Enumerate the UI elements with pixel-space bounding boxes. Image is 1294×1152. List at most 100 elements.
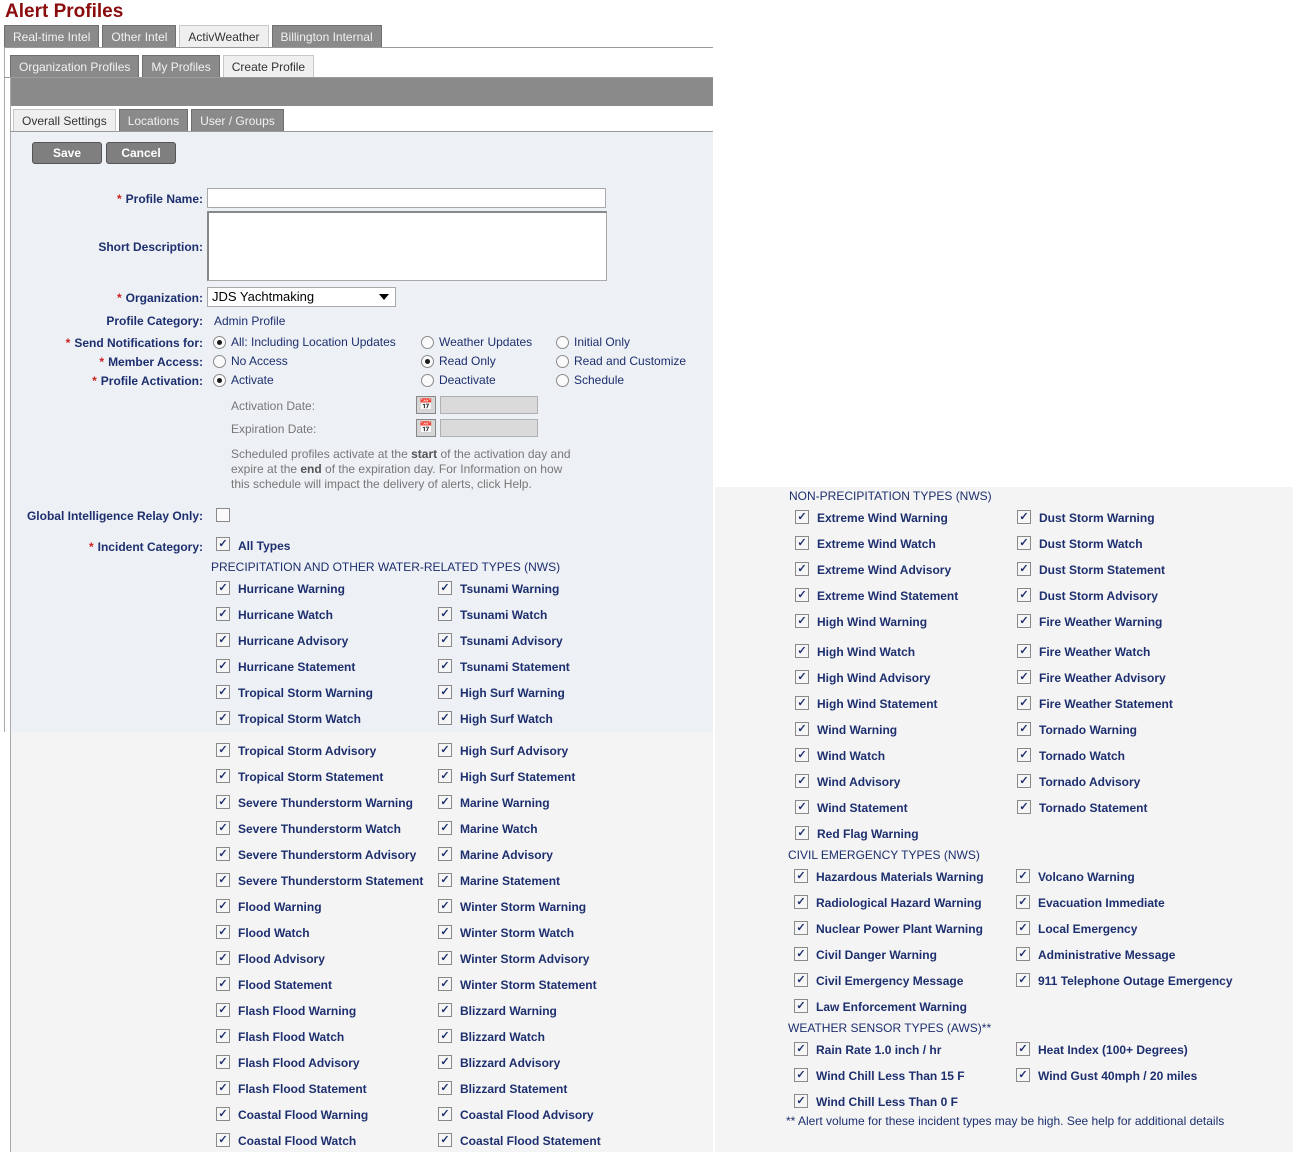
incident-checkbox[interactable]: ✓ <box>216 659 230 673</box>
incident-checkbox[interactable]: ✓ <box>216 821 230 835</box>
incident-checkbox[interactable]: ✓ <box>1017 774 1031 788</box>
incident-checkbox[interactable]: ✓ <box>216 925 230 939</box>
incident-checkbox[interactable]: ✓ <box>438 1133 452 1147</box>
send-option-radio-0[interactable] <box>213 336 226 349</box>
tab-top-2[interactable]: ActivWeather <box>179 25 269 47</box>
short-description-textarea[interactable] <box>207 211 607 281</box>
tab-settings-0[interactable]: Overall Settings <box>13 109 116 131</box>
incident-checkbox[interactable]: ✓ <box>216 873 230 887</box>
incident-checkbox[interactable]: ✓ <box>216 899 230 913</box>
incident-checkbox[interactable]: ✓ <box>794 869 808 883</box>
incident-checkbox[interactable]: ✓ <box>795 826 809 840</box>
incident-checkbox[interactable]: ✓ <box>216 977 230 991</box>
incident-checkbox[interactable]: ✓ <box>438 925 452 939</box>
incident-checkbox[interactable]: ✓ <box>795 562 809 576</box>
calendar-icon[interactable]: 📅 <box>416 396 436 414</box>
incident-checkbox[interactable]: ✓ <box>216 1055 230 1069</box>
incident-checkbox[interactable]: ✓ <box>216 633 230 647</box>
relay-only-checkbox[interactable] <box>216 508 230 522</box>
tab-secondary-1[interactable]: My Profiles <box>142 55 220 77</box>
tab-top-0[interactable]: Real-time Intel <box>4 25 100 47</box>
incident-checkbox[interactable]: ✓ <box>438 951 452 965</box>
activation-option-radio-1[interactable] <box>421 374 434 387</box>
send-option-radio-1[interactable] <box>421 336 434 349</box>
incident-checkbox[interactable]: ✓ <box>1017 800 1031 814</box>
incident-checkbox[interactable]: ✓ <box>216 1133 230 1147</box>
cancel-button[interactable]: Cancel <box>106 142 176 164</box>
incident-checkbox[interactable]: ✓ <box>438 581 452 595</box>
incident-checkbox[interactable]: ✓ <box>438 821 452 835</box>
incident-checkbox[interactable]: ✓ <box>216 1003 230 1017</box>
incident-checkbox[interactable]: ✓ <box>438 1107 452 1121</box>
incident-checkbox[interactable]: ✓ <box>795 722 809 736</box>
incident-checkbox[interactable]: ✓ <box>438 1003 452 1017</box>
incident-checkbox[interactable]: ✓ <box>795 800 809 814</box>
incident-checkbox[interactable]: ✓ <box>438 873 452 887</box>
incident-checkbox[interactable]: ✓ <box>1017 562 1031 576</box>
incident-checkbox[interactable]: ✓ <box>1017 696 1031 710</box>
incident-checkbox[interactable]: ✓ <box>794 921 808 935</box>
activation-option-radio-0[interactable] <box>213 374 226 387</box>
expiration-date-input[interactable] <box>440 419 538 437</box>
incident-checkbox[interactable]: ✓ <box>1017 614 1031 628</box>
incident-checkbox[interactable]: ✓ <box>438 899 452 913</box>
incident-checkbox[interactable]: ✓ <box>1016 947 1030 961</box>
incident-checkbox[interactable]: ✓ <box>438 1081 452 1095</box>
incident-checkbox[interactable]: ✓ <box>795 748 809 762</box>
tab-top-3[interactable]: Billington Internal <box>271 25 382 47</box>
incident-checkbox[interactable]: ✓ <box>438 607 452 621</box>
activation-date-input[interactable] <box>440 396 538 414</box>
incident-checkbox[interactable]: ✓ <box>794 1068 808 1082</box>
incident-checkbox[interactable]: ✓ <box>1016 1068 1030 1082</box>
tab-secondary-0[interactable]: Organization Profiles <box>10 55 140 77</box>
incident-checkbox[interactable]: ✓ <box>438 711 452 725</box>
incident-checkbox[interactable]: ✓ <box>216 795 230 809</box>
tab-top-1[interactable]: Other Intel <box>102 25 177 47</box>
organization-select[interactable]: JDS Yachtmaking <box>207 287 396 307</box>
incident-checkbox[interactable]: ✓ <box>216 847 230 861</box>
member-option-radio-2[interactable] <box>556 355 569 368</box>
send-option-radio-2[interactable] <box>556 336 569 349</box>
incident-checkbox[interactable]: ✓ <box>438 685 452 699</box>
incident-checkbox[interactable]: ✓ <box>794 973 808 987</box>
incident-checkbox[interactable]: ✓ <box>438 795 452 809</box>
incident-checkbox[interactable]: ✓ <box>795 536 809 550</box>
tab-secondary-2[interactable]: Create Profile <box>222 55 315 77</box>
member-option-radio-0[interactable] <box>213 355 226 368</box>
incident-checkbox[interactable]: ✓ <box>1016 869 1030 883</box>
incident-checkbox[interactable]: ✓ <box>216 685 230 699</box>
incident-checkbox[interactable]: ✓ <box>438 977 452 991</box>
incident-checkbox[interactable]: ✓ <box>438 1029 452 1043</box>
incident-checkbox[interactable]: ✓ <box>795 510 809 524</box>
incident-checkbox[interactable]: ✓ <box>795 670 809 684</box>
incident-checkbox[interactable]: ✓ <box>1017 748 1031 762</box>
incident-checkbox[interactable]: ✓ <box>216 1107 230 1121</box>
incident-checkbox[interactable]: ✓ <box>795 644 809 658</box>
incident-checkbox[interactable]: ✓ <box>216 951 230 965</box>
incident-checkbox[interactable]: ✓ <box>795 614 809 628</box>
incident-checkbox[interactable]: ✓ <box>1017 722 1031 736</box>
incident-checkbox[interactable]: ✓ <box>216 743 230 757</box>
incident-checkbox[interactable]: ✓ <box>438 1055 452 1069</box>
tab-settings-2[interactable]: User / Groups <box>191 109 284 131</box>
incident-checkbox[interactable]: ✓ <box>216 1081 230 1095</box>
incident-checkbox[interactable]: ✓ <box>438 847 452 861</box>
incident-checkbox[interactable]: ✓ <box>794 895 808 909</box>
calendar-icon[interactable]: 📅 <box>416 419 436 437</box>
incident-checkbox[interactable]: ✓ <box>216 581 230 595</box>
activation-option-radio-2[interactable] <box>556 374 569 387</box>
save-button[interactable]: Save <box>32 142 102 164</box>
incident-checkbox[interactable]: ✓ <box>794 1094 808 1108</box>
incident-checkbox[interactable]: ✓ <box>1016 973 1030 987</box>
incident-checkbox[interactable]: ✓ <box>1016 921 1030 935</box>
incident-checkbox[interactable]: ✓ <box>216 711 230 725</box>
incident-checkbox[interactable]: ✓ <box>438 633 452 647</box>
incident-checkbox[interactable]: ✓ <box>794 947 808 961</box>
all-types-checkbox[interactable]: ✓ <box>216 537 230 551</box>
incident-checkbox[interactable]: ✓ <box>438 769 452 783</box>
incident-checkbox[interactable]: ✓ <box>1016 895 1030 909</box>
incident-checkbox[interactable]: ✓ <box>438 743 452 757</box>
incident-checkbox[interactable]: ✓ <box>1017 588 1031 602</box>
tab-settings-1[interactable]: Locations <box>118 109 189 131</box>
incident-checkbox[interactable]: ✓ <box>216 769 230 783</box>
